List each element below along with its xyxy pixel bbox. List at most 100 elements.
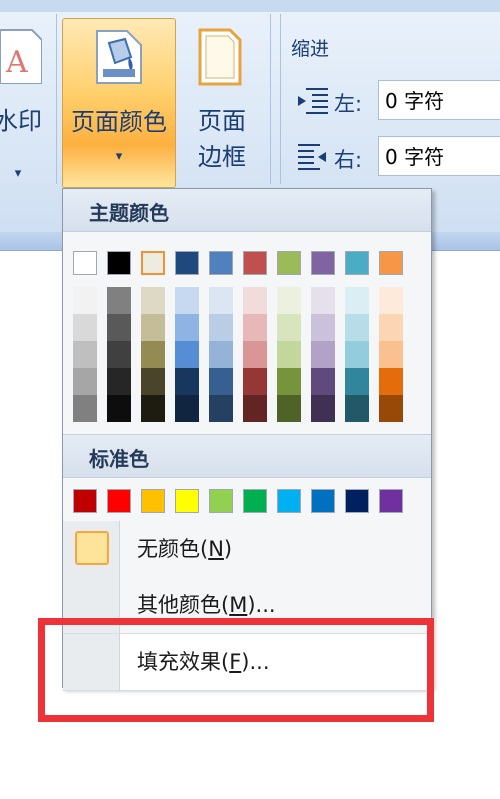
theme-color-shade-swatch[interactable] [243, 395, 267, 422]
theme-color-shade-swatch[interactable] [141, 314, 165, 341]
group-separator [280, 14, 281, 184]
theme-color-shade-swatch[interactable] [209, 368, 233, 395]
group-separator [270, 14, 271, 184]
theme-color-shade-swatch[interactable] [107, 395, 131, 422]
theme-color-swatch[interactable] [277, 251, 301, 275]
theme-color-shade-swatch[interactable] [141, 341, 165, 368]
highlight-box [38, 618, 434, 722]
theme-color-swatch[interactable] [379, 251, 403, 275]
theme-color-shade-swatch[interactable] [175, 395, 199, 422]
theme-color-shade-swatch[interactable] [311, 314, 335, 341]
theme-color-shade-swatch[interactable] [379, 368, 403, 395]
theme-color-shade-swatch[interactable] [311, 287, 335, 314]
theme-color-shade-swatch[interactable] [73, 287, 97, 314]
theme-color-shade-swatch[interactable] [243, 314, 267, 341]
no-color-swatch-icon [75, 531, 109, 565]
standard-colors-header: 标准色 [63, 434, 431, 478]
theme-color-shade-swatch[interactable] [379, 314, 403, 341]
theme-color-shade-swatch[interactable] [175, 368, 199, 395]
indent-group-title: 缩进 [291, 38, 330, 60]
theme-color-shade-swatch[interactable] [379, 395, 403, 422]
page-color-dropdown: 主题颜色 标准色 无颜色(N) 其他颜色(M)... 填充效果(F)... [62, 188, 432, 691]
theme-color-shade-swatch[interactable] [175, 314, 199, 341]
theme-color-shade-swatch[interactable] [209, 314, 233, 341]
theme-color-shade-swatch[interactable] [345, 368, 369, 395]
theme-color-shade-swatch[interactable] [209, 341, 233, 368]
standard-color-swatch[interactable] [345, 489, 369, 513]
theme-color-shade-swatch[interactable] [345, 395, 369, 422]
theme-color-shade-swatch[interactable] [107, 341, 131, 368]
theme-color-shade-swatch[interactable] [141, 395, 165, 422]
theme-color-shade-swatch[interactable] [141, 287, 165, 314]
theme-color-shade-swatch[interactable] [73, 341, 97, 368]
page-border-icon [198, 28, 242, 86]
indent-left-icon [298, 88, 328, 114]
standard-color-swatch[interactable] [277, 489, 301, 513]
no-color-label: 无颜色(N) [137, 537, 233, 561]
theme-color-swatch[interactable] [73, 251, 97, 275]
standard-color-swatch[interactable] [379, 489, 403, 513]
theme-color-shade-swatch[interactable] [243, 287, 267, 314]
theme-color-shade-swatch[interactable] [277, 368, 301, 395]
theme-color-shade-swatch[interactable] [277, 314, 301, 341]
standard-color-swatch[interactable] [107, 489, 131, 513]
theme-colors-header: 主题颜色 [63, 189, 431, 232]
standard-color-swatch[interactable] [209, 489, 233, 513]
theme-color-shade-swatch[interactable] [73, 368, 97, 395]
indent-left-label: 左: [334, 92, 363, 116]
more-colors-accelerator: M [229, 593, 248, 617]
watermark-label: 水印 [0, 107, 42, 135]
theme-color-shade-swatch[interactable] [277, 287, 301, 314]
theme-colors-title: 主题颜色 [89, 201, 169, 225]
standard-color-swatch[interactable] [73, 489, 97, 513]
no-color-menu-item[interactable]: 无颜色(N) [63, 521, 431, 577]
watermark-button[interactable]: A 水印 ▾ [0, 18, 48, 188]
theme-color-shade-swatch[interactable] [379, 287, 403, 314]
theme-color-shade-swatch[interactable] [141, 368, 165, 395]
watermark-dropdown-arrow[interactable]: ▾ [0, 166, 38, 182]
theme-color-shade-swatch[interactable] [243, 341, 267, 368]
group-separator [56, 14, 57, 184]
theme-color-shade-swatch[interactable] [345, 287, 369, 314]
standard-color-swatch[interactable] [311, 489, 335, 513]
theme-color-swatch[interactable] [243, 251, 267, 275]
theme-color-swatch[interactable] [141, 251, 165, 275]
page-border-button[interactable]: 页面 边框 [182, 18, 262, 186]
theme-color-shade-swatch[interactable] [277, 341, 301, 368]
theme-color-swatch[interactable] [209, 251, 233, 275]
theme-color-swatch[interactable] [311, 251, 335, 275]
theme-color-shade-swatch[interactable] [311, 341, 335, 368]
theme-color-shade-swatch[interactable] [345, 314, 369, 341]
page-color-button[interactable]: 页面颜色 ▾ [62, 18, 176, 188]
theme-color-shade-swatch[interactable] [277, 395, 301, 422]
theme-color-swatch[interactable] [345, 251, 369, 275]
theme-color-shade-swatch[interactable] [107, 314, 131, 341]
standard-color-swatch[interactable] [175, 489, 199, 513]
theme-color-shade-swatch[interactable] [175, 287, 199, 314]
theme-color-shade-swatch[interactable] [311, 395, 335, 422]
theme-color-shade-swatch[interactable] [73, 314, 97, 341]
svg-text:A: A [5, 45, 28, 80]
theme-color-shade-swatch[interactable] [345, 341, 369, 368]
theme-color-swatch[interactable] [107, 251, 131, 275]
indent-right-input[interactable]: 0 字符 [378, 136, 500, 176]
more-colors-label: 其他颜色(M)... [137, 593, 276, 617]
watermark-icon: A [0, 29, 42, 84]
standard-color-swatch[interactable] [141, 489, 165, 513]
theme-color-shade-swatch[interactable] [73, 395, 97, 422]
theme-color-shade-swatch[interactable] [243, 368, 267, 395]
theme-color-shade-swatch[interactable] [107, 287, 131, 314]
standard-colors-title: 标准色 [89, 447, 149, 471]
no-color-accelerator: N [208, 537, 224, 561]
theme-color-shade-swatch[interactable] [311, 368, 335, 395]
theme-color-shade-swatch[interactable] [175, 341, 199, 368]
indent-left-input[interactable]: 0 字符 [378, 80, 500, 120]
theme-color-swatch[interactable] [175, 251, 199, 275]
page-color-dropdown-arrow[interactable]: ▾ [63, 149, 175, 165]
paint-bucket-icon [96, 30, 142, 84]
theme-color-shade-swatch[interactable] [209, 287, 233, 314]
theme-color-shade-swatch[interactable] [209, 395, 233, 422]
theme-color-shade-swatch[interactable] [379, 341, 403, 368]
standard-color-swatch[interactable] [243, 489, 267, 513]
theme-color-shade-swatch[interactable] [107, 368, 131, 395]
